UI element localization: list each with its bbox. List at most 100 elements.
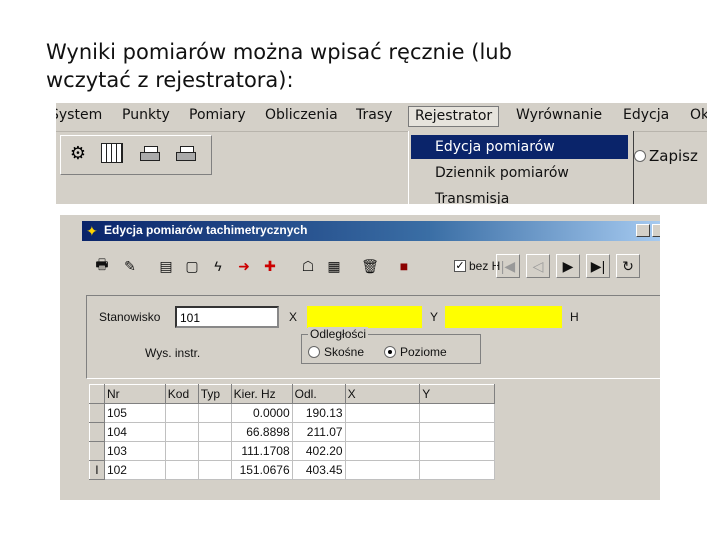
option-skosne[interactable]: Skośne xyxy=(308,345,364,359)
minimize-icon[interactable] xyxy=(636,224,650,237)
trash-icon[interactable]: 🗑 xyxy=(358,254,382,278)
cell-x[interactable] xyxy=(344,403,421,423)
row-indicator[interactable]: I xyxy=(89,460,105,480)
stanowisko-input[interactable]: 101 xyxy=(175,306,279,328)
cell-y[interactable] xyxy=(419,403,495,423)
prev-record-icon[interactable]: ◁ xyxy=(526,254,550,278)
new-document-icon[interactable]: ▢ xyxy=(180,254,204,278)
table-row[interactable]: 103 111.1708 402.20 xyxy=(89,441,495,461)
menu-trasy[interactable]: Trasy xyxy=(356,107,392,123)
table-icon[interactable] xyxy=(99,140,125,166)
cell-typ[interactable] xyxy=(197,403,232,423)
first-record-icon[interactable]: |◀ xyxy=(496,254,520,278)
bez-h-checkbox[interactable]: ✓ bez H xyxy=(454,259,500,273)
checkbox-check-icon: ✓ xyxy=(454,260,466,272)
menu-rejestrator[interactable]: Rejestrator xyxy=(408,106,500,127)
menu-punkty[interactable]: Punkty xyxy=(122,107,170,123)
next-record-icon[interactable]: ▶ xyxy=(556,254,580,278)
dialog-screenshot: ✦ Edycja pomiarów tachimetrycznych 🖶 ✎ ▤… xyxy=(60,215,660,500)
cell-kier-hz[interactable]: 111.1708 xyxy=(230,441,293,461)
cell-y[interactable] xyxy=(419,422,495,442)
cell-x[interactable] xyxy=(344,422,421,442)
col-header-kod[interactable]: Kod xyxy=(164,384,199,404)
menu-screenshot: System Punkty Pomiary Obliczenia Trasy R… xyxy=(56,103,707,204)
cell-kod[interactable] xyxy=(164,422,199,442)
col-header-kier-hz[interactable]: Kier. Hz xyxy=(230,384,293,404)
distance-group-label: Odległości xyxy=(308,327,369,341)
x-label: X xyxy=(289,310,298,324)
cell-typ[interactable] xyxy=(197,441,232,461)
slide-title: Wyniki pomiarów można wpisać ręcznie (lu… xyxy=(46,38,606,94)
cell-kod[interactable] xyxy=(164,403,199,423)
dropdown-item-dziennik-pomiarow[interactable]: Dziennik pomiarów xyxy=(411,161,628,185)
last-record-icon[interactable]: ▶| xyxy=(586,254,610,278)
cell-odl[interactable]: 190.13 xyxy=(291,403,346,423)
calculator-icon[interactable]: ▦ xyxy=(322,254,346,278)
cell-kier-hz[interactable]: 66.8898 xyxy=(230,422,293,442)
dropdown-item-edycja-pomiarow[interactable]: Edycja pomiarów xyxy=(411,135,628,159)
row-indicator[interactable] xyxy=(89,422,105,442)
cell-typ[interactable] xyxy=(197,460,232,480)
person-icon[interactable]: ☖ xyxy=(296,254,320,278)
distance-groupbox: Odległości Skośne Poziome xyxy=(301,327,481,364)
zapisz-option[interactable]: Zapisz xyxy=(634,147,698,165)
printer-color-icon[interactable] xyxy=(137,140,163,166)
menu-obliczenia[interactable]: Obliczenia xyxy=(265,107,338,123)
cell-typ[interactable] xyxy=(197,422,232,442)
cell-kier-hz[interactable]: 0.0000 xyxy=(230,403,293,423)
col-header-y[interactable]: Y xyxy=(419,384,495,404)
stanowisko-label: Stanowisko xyxy=(99,310,161,324)
col-header-nr[interactable]: Nr xyxy=(103,384,166,404)
col-header-x[interactable]: X xyxy=(344,384,421,404)
menu-system[interactable]: System xyxy=(56,107,102,123)
printer-icon[interactable] xyxy=(173,140,199,166)
maximize-icon[interactable] xyxy=(652,224,660,237)
measurements-table: Nr Kod Typ Kier. Hz Odl. X Y 105 0.0000 … xyxy=(89,384,495,480)
wys-instr-label: Wys. instr. xyxy=(145,346,201,360)
dropdown-item-transmisja[interactable]: Transmisja xyxy=(411,187,628,204)
option-poziome[interactable]: Poziome xyxy=(384,345,447,359)
cell-nr[interactable]: 105 xyxy=(103,403,166,423)
export-icon[interactable]: ➜ xyxy=(232,254,256,278)
document-icon[interactable]: ▤ xyxy=(154,254,178,278)
radio-skosne-icon xyxy=(308,346,320,358)
import-icon[interactable]: ✚ xyxy=(258,254,282,278)
pencil-icon[interactable]: ✎ xyxy=(118,254,142,278)
save-icon[interactable]: ■ xyxy=(392,254,416,278)
tools-icon[interactable]: ⚙ xyxy=(65,140,91,166)
app-icon: ✦ xyxy=(86,223,98,239)
lightning-icon[interactable]: ϟ xyxy=(206,254,230,278)
option-poziome-label: Poziome xyxy=(400,345,447,359)
y-input[interactable] xyxy=(445,306,562,328)
cell-nr[interactable]: 104 xyxy=(103,422,166,442)
cell-x[interactable] xyxy=(344,441,421,461)
menu-wyrownanie[interactable]: Wyrównanie xyxy=(516,107,602,123)
cell-kod[interactable] xyxy=(164,441,199,461)
col-header-typ[interactable]: Typ xyxy=(197,384,232,404)
row-indicator[interactable] xyxy=(89,441,105,461)
cell-y[interactable] xyxy=(419,441,495,461)
menu-bar: System Punkty Pomiary Obliczenia Trasy R… xyxy=(56,103,707,132)
cell-odl[interactable]: 211.07 xyxy=(291,422,346,442)
cell-nr[interactable]: 102 xyxy=(103,460,166,480)
zapisz-radio-icon xyxy=(634,150,646,162)
cell-nr[interactable]: 103 xyxy=(103,441,166,461)
menu-edycja[interactable]: Edycja xyxy=(623,107,669,123)
cell-odl[interactable]: 403.45 xyxy=(291,460,346,480)
cell-kier-hz[interactable]: 151.0676 xyxy=(230,460,293,480)
refresh-icon[interactable]: ↻ xyxy=(616,254,640,278)
cell-kod[interactable] xyxy=(164,460,199,480)
table-row[interactable]: 104 66.8898 211.07 xyxy=(89,422,495,442)
menu-pomiary[interactable]: Pomiary xyxy=(189,107,246,123)
table-row[interactable]: 105 0.0000 190.13 xyxy=(89,403,495,423)
cell-odl[interactable]: 402.20 xyxy=(291,441,346,461)
col-header-odl[interactable]: Odl. xyxy=(291,384,346,404)
radio-poziome-icon xyxy=(384,346,396,358)
row-indicator[interactable] xyxy=(89,403,105,423)
menu-ok[interactable]: Ok xyxy=(690,107,707,123)
x-input[interactable] xyxy=(307,306,422,328)
cell-x[interactable] xyxy=(344,460,421,480)
cell-y[interactable] xyxy=(419,460,495,480)
table-row[interactable]: I 102 151.0676 403.45 xyxy=(89,460,495,480)
printer-icon[interactable]: 🖶 xyxy=(90,254,114,278)
